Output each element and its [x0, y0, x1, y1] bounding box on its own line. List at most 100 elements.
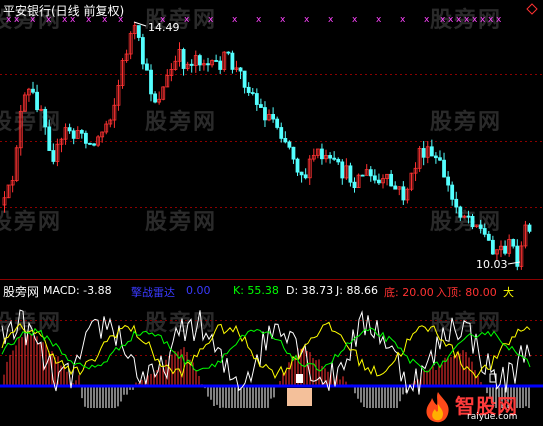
top-marker: x — [496, 15, 502, 25]
candle-body — [401, 186, 406, 201]
d-value: D: 38.73 — [286, 284, 334, 297]
candle-body — [340, 161, 345, 179]
candle-body — [466, 215, 471, 218]
top-marker: x — [480, 15, 486, 25]
candle-body — [352, 181, 357, 189]
candle-body — [295, 158, 300, 173]
candle-body — [246, 86, 251, 93]
candle-body — [454, 198, 459, 208]
enter-top-value: 入顶: 80.00 — [436, 286, 497, 299]
candle-body — [197, 55, 202, 66]
signal-block — [287, 388, 312, 406]
candle-body — [189, 63, 194, 66]
top-marker: x — [208, 15, 214, 25]
candle-body — [136, 25, 141, 38]
candle-body — [360, 174, 365, 177]
candle-body — [31, 88, 35, 93]
candle-body — [83, 132, 88, 144]
candle-body — [287, 141, 292, 148]
candle-body — [254, 93, 259, 105]
candle-body — [429, 146, 434, 157]
candle-body — [372, 175, 377, 181]
top-marker: x — [232, 15, 238, 25]
candle-body — [389, 173, 394, 187]
candle-body — [79, 130, 84, 134]
candle-body — [153, 93, 157, 103]
flame-icon — [426, 392, 449, 423]
high-price-label: 14.49 — [148, 21, 180, 34]
candle-body — [299, 171, 304, 176]
candle-body — [250, 92, 255, 94]
candle-body — [242, 70, 247, 88]
candle-body — [230, 52, 235, 70]
candle-body — [67, 127, 72, 132]
top-marker: x — [256, 15, 262, 25]
top-marker: x — [456, 15, 462, 25]
top-marker: x — [352, 15, 358, 25]
candle-body — [393, 185, 398, 190]
candle-body — [438, 157, 442, 161]
macd-value: MACD: -3.88 — [43, 284, 112, 297]
indicator-name-value: 0.00 — [186, 284, 211, 297]
indicator-name[interactable]: 擎战雷达 — [131, 284, 175, 300]
candle-body — [421, 148, 426, 158]
candle-body — [43, 108, 48, 128]
diamond-icon[interactable] — [526, 3, 538, 15]
top-marker: x — [488, 15, 494, 25]
signal-box — [296, 374, 303, 383]
chart-title: 平安银行(日线 前复权) — [3, 4, 125, 18]
candle-body — [47, 126, 52, 151]
candle-body — [368, 169, 373, 177]
top-marker: x — [440, 15, 446, 25]
candle-body — [482, 228, 487, 235]
candle-body — [446, 176, 451, 186]
top-marker: x — [464, 15, 470, 25]
candle-body — [88, 142, 92, 145]
top-marker: x — [184, 15, 190, 25]
indicator-source: 股旁网 — [3, 285, 40, 299]
candle-body — [490, 239, 495, 255]
candle-body — [92, 143, 96, 146]
candle-body — [283, 138, 288, 143]
candle-body — [214, 60, 219, 62]
candle-body — [470, 215, 475, 228]
candle-body — [149, 69, 153, 95]
k-value: K: 55.38 — [233, 284, 279, 297]
candle-body — [433, 155, 438, 159]
candle-body — [71, 130, 76, 139]
candle-body — [486, 233, 491, 241]
candle-body — [442, 159, 446, 178]
chart-canvas[interactable]: xxxxxxxxxxxxxxxxxxxxxxxxxxxxx — [0, 0, 543, 426]
candle-body — [218, 60, 223, 70]
price-annotations — [133, 21, 521, 265]
candle-body — [226, 51, 231, 54]
candle-body — [181, 49, 186, 69]
top-marker: x — [400, 15, 406, 25]
candle-body — [263, 107, 267, 121]
candle-body — [206, 63, 210, 66]
candle-body — [303, 174, 308, 179]
logo-url: raiyue.com — [467, 412, 518, 422]
candlesticks[interactable] — [2, 21, 532, 271]
candle-body — [279, 127, 284, 139]
candle-body — [328, 155, 332, 159]
big-label: 大 — [503, 286, 514, 299]
top-marker: x — [424, 15, 430, 25]
candle-body — [258, 104, 263, 108]
top-marker: x — [304, 15, 310, 25]
top-marker: x — [448, 15, 454, 25]
candle-body — [51, 150, 56, 162]
candle-body — [527, 224, 532, 232]
site-logo: 智股网 raiyue.com — [421, 390, 539, 424]
candle-body — [377, 179, 381, 184]
candle-body — [348, 165, 353, 183]
candle-body — [332, 157, 337, 160]
candle-body — [478, 224, 483, 229]
candle-body — [35, 91, 39, 111]
candle-body — [275, 118, 280, 128]
candle-body — [511, 239, 516, 247]
candle-body — [271, 114, 276, 120]
stock-chart-window: 股旁网 股旁网 股旁网 股旁网 股旁网 股旁网 股旁网 股旁网 股旁网 股旁网 … — [0, 0, 543, 426]
bottom-value: 底: 20.00 — [384, 286, 434, 299]
candle-body — [291, 146, 296, 160]
